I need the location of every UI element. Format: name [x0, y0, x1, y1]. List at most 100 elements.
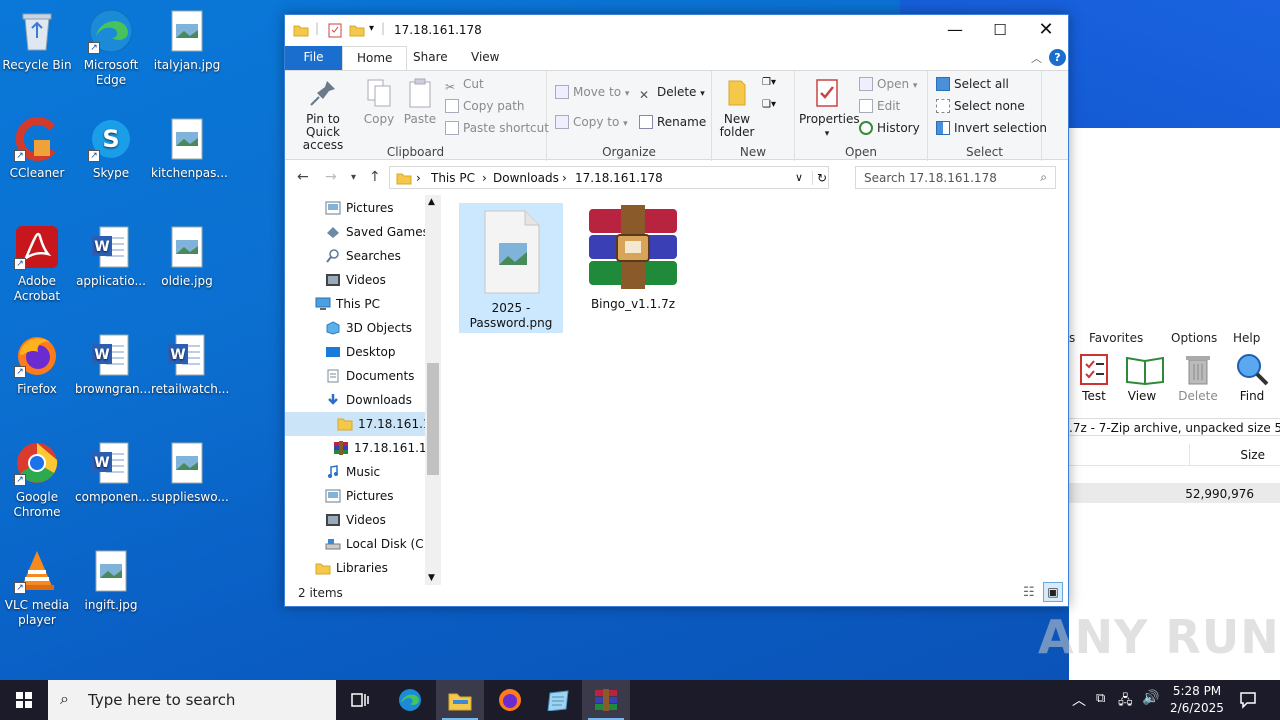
refresh-icon[interactable]: ↻	[812, 171, 827, 185]
volume-icon[interactable]: 🔊	[1142, 690, 1159, 706]
cut-button[interactable]: ✂ Cut	[445, 75, 484, 94]
7zip-menu-help[interactable]: Help	[1233, 331, 1260, 345]
properties-quick-icon[interactable]	[327, 22, 343, 38]
delete-button[interactable]: ✕ Delete ▾	[639, 83, 705, 102]
new-folder-button[interactable]: New folder	[716, 77, 758, 139]
desktop-icon-italyjan[interactable]: italyjan.jpg	[151, 8, 223, 73]
desktop-icon-edge[interactable]: ↗ Microsoft Edge	[75, 8, 147, 88]
desktop-icon-vlc[interactable]: ↗ VLC media player	[1, 548, 73, 628]
7zip-delete-button[interactable]: Delete	[1173, 352, 1223, 403]
desktop-icon-applicatio[interactable]: W applicatio...	[75, 224, 147, 289]
desktop-icon-retailwatch[interactable]: W retailwatch...	[151, 332, 229, 397]
file-explorer-window[interactable]: | ▾ | 17.18.161.178 — ☐ ✕ File Home Shar…	[284, 14, 1069, 607]
file-item-bingo-7z[interactable]: Bingo_v1.1.7z	[581, 203, 685, 333]
nav-videos[interactable]: Videos	[285, 508, 425, 532]
taskbar-clock[interactable]: 5:28 PM 2/6/2025	[1164, 683, 1230, 717]
paste-shortcut-button[interactable]: Paste shortcut	[445, 119, 549, 137]
minimize-button[interactable]: —	[932, 15, 978, 46]
nav-downloads[interactable]: Downloads	[285, 388, 425, 412]
nav-this-pc[interactable]: This PC	[285, 292, 425, 316]
properties-button[interactable]: Properties ▾	[799, 77, 860, 141]
show-hidden-icons-chevron-icon[interactable]: ︿	[1072, 690, 1086, 710]
breadcrumb-this-pc[interactable]: This PC	[431, 171, 475, 185]
collapse-ribbon-icon[interactable]: ︿	[1031, 50, 1042, 66]
navigation-scrollbar[interactable]: ▲ ▼	[425, 195, 441, 585]
7zip-menu-favorites[interactable]: Favorites	[1089, 331, 1143, 345]
desktop-icon-recycle-bin[interactable]: Recycle Bin	[1, 8, 73, 73]
close-button[interactable]: ✕	[1023, 15, 1069, 46]
pin-to-quick-access-button[interactable]: Pin to Quick access	[291, 77, 355, 152]
desktop-icon-browngran[interactable]: W browngran...	[75, 332, 151, 397]
edit-button[interactable]: Edit	[859, 97, 900, 115]
search-input[interactable]: Search 17.18.161.178 ⌕	[855, 166, 1056, 189]
nav-searches[interactable]: Searches	[285, 244, 425, 268]
file-item-password-png[interactable]: 2025 - Password.png	[459, 203, 563, 333]
taskbar-edge[interactable]	[386, 680, 434, 720]
copy-button[interactable]: Copy	[359, 77, 399, 126]
nav-archive-17-18-161-178[interactable]: 17.18.161.178	[285, 436, 441, 460]
copy-path-button[interactable]: Copy path	[445, 97, 525, 115]
desktop-icon-oldie[interactable]: oldie.jpg	[151, 224, 223, 289]
select-all-button[interactable]: Select all	[936, 75, 1009, 93]
scroll-up-icon[interactable]: ▲	[428, 197, 435, 207]
tab-home[interactable]: Home	[342, 46, 408, 70]
back-button[interactable]: ←	[297, 169, 309, 185]
new-item-button[interactable]: ❐▾	[762, 77, 776, 88]
nav-folder-17-18-161-178[interactable]: 17.18.161.178	[285, 412, 441, 436]
nav-desktop[interactable]: Desktop	[285, 340, 425, 364]
navigation-pane[interactable]: Pictures Saved Games Searches Videos This PC…	[285, 195, 441, 585]
7zip-view-button[interactable]: View	[1117, 352, 1167, 403]
history-button[interactable]: History	[859, 119, 920, 137]
paste-button[interactable]: Paste	[401, 77, 439, 126]
7zip-path-bar[interactable]: .7z - 7-Zip archive, unpacked size 52,99…	[1069, 418, 1280, 436]
tab-view[interactable]: View	[457, 46, 513, 70]
tab-share[interactable]: Share	[399, 46, 462, 70]
tab-file[interactable]: File	[285, 46, 342, 70]
start-button[interactable]	[0, 680, 48, 720]
7zip-column-size[interactable]: Size	[1240, 448, 1265, 462]
desktop-icon-supplieswo[interactable]: supplieswo...	[151, 440, 229, 505]
meet-now-icon[interactable]: ⧉	[1096, 691, 1105, 706]
nav-libraries[interactable]: Libraries	[285, 556, 425, 580]
7zip-menu-item[interactable]: s	[1069, 331, 1075, 345]
nav-3d-objects[interactable]: 3D Objects	[285, 316, 425, 340]
desktop-icon-ccleaner[interactable]: ↗ CCleaner	[1, 116, 73, 181]
taskbar-notepad-app[interactable]	[534, 680, 582, 720]
up-button[interactable]: ↑	[369, 169, 381, 185]
7zip-window[interactable]: s Favorites Options Help Test View Delet…	[1069, 128, 1280, 680]
recent-locations-button[interactable]: ▾	[351, 172, 356, 183]
desktop-icon-acrobat[interactable]: ↗ Adobe Acrobat	[1, 224, 73, 304]
large-icons-view-icon[interactable]: ▣	[1043, 582, 1063, 602]
7zip-menu-options[interactable]: Options	[1171, 331, 1217, 345]
nav-pictures[interactable]: Pictures	[285, 484, 425, 508]
nav-local-disk[interactable]: Local Disk (C:)	[285, 532, 432, 556]
file-list[interactable]: 2025 - Password.png Bingo_v1.1.7z	[455, 195, 1068, 585]
help-icon[interactable]: ?	[1049, 49, 1066, 66]
desktop-icon-skype[interactable]: S ↗ Skype	[75, 116, 147, 181]
desktop-icon-chrome[interactable]: ↗ Google Chrome	[1, 440, 73, 520]
new-folder-quick-icon[interactable]	[349, 22, 365, 38]
task-view-button[interactable]	[336, 680, 384, 720]
rename-button[interactable]: Rename	[639, 113, 706, 131]
7zip-find-button[interactable]: Find	[1227, 352, 1277, 403]
taskbar-firefox[interactable]	[486, 680, 534, 720]
copy-to-button[interactable]: Copy to ▾	[555, 113, 628, 131]
nav-saved-games[interactable]: Saved Games	[285, 220, 429, 244]
maximize-button[interactable]: ☐	[977, 15, 1023, 46]
nav-music[interactable]: Music	[285, 460, 425, 484]
desktop-icon-firefox[interactable]: ↗ Firefox	[1, 332, 73, 397]
nav-pictures[interactable]: Pictures	[285, 196, 425, 220]
desktop-icon-kitchenpas[interactable]: kitchenpas...	[151, 116, 228, 181]
7zip-list-row[interactable]: 52,990,976	[1069, 483, 1280, 503]
address-dropdown-icon[interactable]: ∨	[795, 171, 803, 184]
desktop-icon-componen[interactable]: W componen...	[75, 440, 150, 505]
taskbar-7zip-winrar[interactable]	[582, 680, 630, 720]
taskbar-file-explorer[interactable]	[436, 680, 484, 720]
scrollbar-thumb[interactable]	[427, 363, 439, 475]
title-bar[interactable]: | ▾ | 17.18.161.178 — ☐ ✕	[285, 15, 1068, 46]
breadcrumb-current-folder[interactable]: 17.18.161.178	[575, 171, 663, 185]
taskbar-search-box[interactable]: ⌕ Type here to search	[48, 680, 336, 720]
select-none-button[interactable]: Select none	[936, 97, 1025, 115]
nav-videos[interactable]: Videos	[285, 268, 425, 292]
open-button[interactable]: Open ▾	[859, 75, 917, 93]
